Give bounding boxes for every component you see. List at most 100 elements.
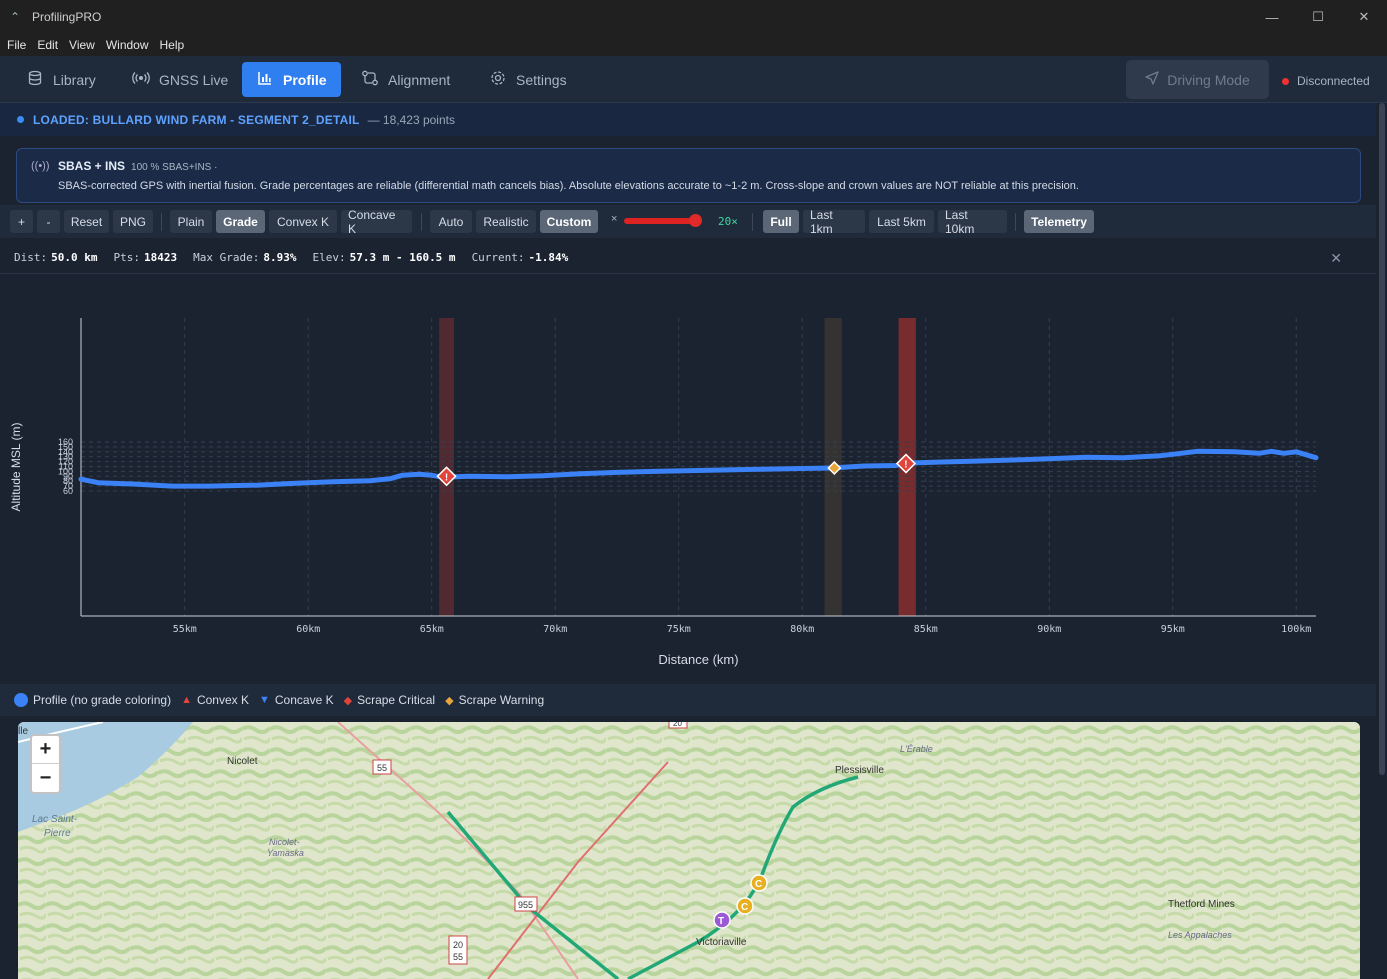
profile-chart[interactable]: 55km 60km 65km 70km 75km 80km 85km 90km 95km 100k… <box>0 275 1376 683</box>
y-tick-label: 160 <box>58 437 73 447</box>
map-label-victoriaville: Victoriaville <box>696 937 747 948</box>
menu-help[interactable]: Help <box>160 38 185 52</box>
close-icon[interactable]: ✕ <box>1341 0 1387 34</box>
stats-bar: Dist: 50.0 km Pts: 18423 Max Grade: 8.93% E… <box>0 242 1376 274</box>
tab-library[interactable]: Library <box>12 62 110 97</box>
last-10km-button[interactable]: Last 10km <box>938 208 1007 236</box>
shield-55: 55 <box>372 759 392 775</box>
sbas-title-row: SBAS + INS 100 % SBAS+INS · <box>58 159 217 173</box>
loaded-points: — 18,423 points <box>367 112 455 127</box>
custom-button[interactable]: Custom <box>540 210 598 233</box>
tab-alignment[interactable]: Alignment <box>347 62 464 97</box>
map-pin-c1[interactable]: C <box>750 874 768 892</box>
last-1km-button[interactable]: Last 1km <box>803 208 865 236</box>
status-dot-icon <box>1282 77 1289 85</box>
plain-button[interactable]: Plain <box>170 210 212 233</box>
driving-mode-button[interactable]: Driving Mode <box>1126 60 1269 99</box>
map-tiles[interactable]: Nicolet Plessisville L'Érable Lac Saint-… <box>18 722 1360 979</box>
legend-label: Concave K <box>274 693 334 707</box>
stat-elev: Elev: 57.3 m - 160.5 m <box>312 251 455 264</box>
stat-dist-label: Dist: <box>14 251 48 264</box>
database-icon <box>26 70 44 89</box>
png-export-button[interactable]: PNG <box>113 210 153 233</box>
diamond-icon: ◆ <box>445 694 454 707</box>
legend-item-convex[interactable]: ▲ Convex K <box>181 693 249 707</box>
maximize-icon[interactable]: ☐ <box>1295 0 1341 34</box>
minimize-icon[interactable]: — <box>1249 0 1295 34</box>
telemetry-button[interactable]: Telemetry <box>1024 210 1094 233</box>
scrape-marker-glyph: ! <box>445 472 448 483</box>
x-tick-label: 100km <box>1281 624 1311 635</box>
tab-profile[interactable]: Profile <box>242 62 341 97</box>
tab-profile-label: Profile <box>283 71 327 88</box>
map-label-ile: lle <box>18 726 28 737</box>
grade-button[interactable]: Grade <box>216 210 265 233</box>
shield-20-top: 20 <box>668 722 688 729</box>
full-range-button[interactable]: Full <box>763 210 799 233</box>
x-tick-label: 75km <box>667 624 691 635</box>
legend-label: Scrape Critical <box>357 693 436 707</box>
stat-pts: Pts: 18423 <box>113 251 177 264</box>
route-map[interactable]: Nicolet Plessisville L'Érable Lac Saint-… <box>18 722 1360 979</box>
close-stats-icon[interactable]: ✕ <box>1330 250 1342 267</box>
tab-settings[interactable]: Settings <box>475 62 581 97</box>
reset-button[interactable]: Reset <box>64 210 109 233</box>
chart-legend: Profile (no grade coloring) ▲ Convex K ▼… <box>0 684 1376 716</box>
menu-window[interactable]: Window <box>106 38 149 52</box>
stat-pts-value: 18423 <box>143 251 178 264</box>
last-5km-button[interactable]: Last 5km <box>869 210 934 233</box>
scrollbar-thumb[interactable] <box>1379 103 1385 775</box>
auto-button[interactable]: Auto <box>430 210 472 233</box>
profile-chart-svg[interactable]: 55km 60km 65km 70km 75km 80km 85km 90km 95km 100k… <box>0 275 1376 683</box>
menu-view[interactable]: View <box>69 38 95 52</box>
map-label-lac-saint: Lac Saint- <box>32 814 78 825</box>
shield-20-top-label: 20 <box>673 722 682 728</box>
shield-55b-label: 55 <box>453 952 463 962</box>
exaggeration-slider[interactable] <box>624 214 702 227</box>
sbas-info-panel: ((•)) SBAS + INS 100 % SBAS+INS · SBAS-co… <box>16 148 1361 203</box>
realistic-button[interactable]: Realistic <box>476 210 536 233</box>
zoom-out-button[interactable]: - <box>37 210 60 233</box>
x-tick-label: 60km <box>296 624 320 635</box>
tab-gnss-live-label: GNSS Live <box>159 71 229 88</box>
loaded-banner: LOADED: BULLARD WIND FARM - SEGMENT 2_DE… <box>0 103 1376 136</box>
pin-c2-letter: C <box>741 902 748 913</box>
tab-library-label: Library <box>53 71 96 88</box>
menu-file[interactable]: File <box>7 38 26 52</box>
map-zoom-in-button[interactable]: + <box>32 736 59 764</box>
map-label-yamaska: Yamaska <box>267 848 304 858</box>
shield-955-label: 955 <box>518 900 533 910</box>
page-scrollbar[interactable] <box>1377 103 1387 979</box>
zoom-in-button[interactable]: + <box>10 210 33 233</box>
x-tick-label: 65km <box>420 624 444 635</box>
legend-item-profile[interactable]: Profile (no grade coloring) <box>14 693 171 707</box>
concave-k-button[interactable]: Concave K <box>341 208 412 236</box>
main-nav: Library GNSS Live Profile Alignment Sett… <box>0 56 1387 103</box>
legend-item-concave[interactable]: ▼ Concave K <box>259 693 334 707</box>
map-label-lerable: L'Érable <box>900 744 933 754</box>
map-terrain <box>18 722 1360 979</box>
legend-item-scrape-warning[interactable]: ◆ Scrape Warning <box>445 693 544 707</box>
map-label-nicolet-dash: Nicolet- <box>269 837 300 847</box>
map-label-nicolet: Nicolet <box>227 756 258 767</box>
map-pin-t[interactable]: T <box>713 911 731 929</box>
stat-max-grade-value: 8.93% <box>263 251 297 264</box>
stat-current: Current: -1.84% <box>472 251 569 264</box>
stat-dist: Dist: 50.0 km <box>14 251 97 264</box>
slider-handle[interactable] <box>689 214 702 227</box>
x-axis-title: Distance (km) <box>658 652 738 667</box>
convex-k-button[interactable]: Convex K <box>269 210 337 233</box>
map-zoom-out-button[interactable]: − <box>32 764 59 792</box>
map-pin-c2[interactable]: C <box>736 897 754 915</box>
map-zoom-control: + − <box>30 734 61 794</box>
x-tick-label: 80km <box>790 624 814 635</box>
scrape-marker-glyph: ! <box>904 460 907 471</box>
tab-gnss-live[interactable]: GNSS Live <box>118 62 242 97</box>
exaggeration-value: 20× <box>718 215 738 228</box>
connection-label: Disconnected <box>1297 74 1370 88</box>
pin-c1-letter: C <box>755 879 762 890</box>
map-label-pierre: Pierre <box>44 828 71 839</box>
menu-edit[interactable]: Edit <box>37 38 58 52</box>
x-tick-label: 85km <box>914 624 938 635</box>
legend-item-scrape-critical[interactable]: ◆ Scrape Critical <box>344 693 436 707</box>
